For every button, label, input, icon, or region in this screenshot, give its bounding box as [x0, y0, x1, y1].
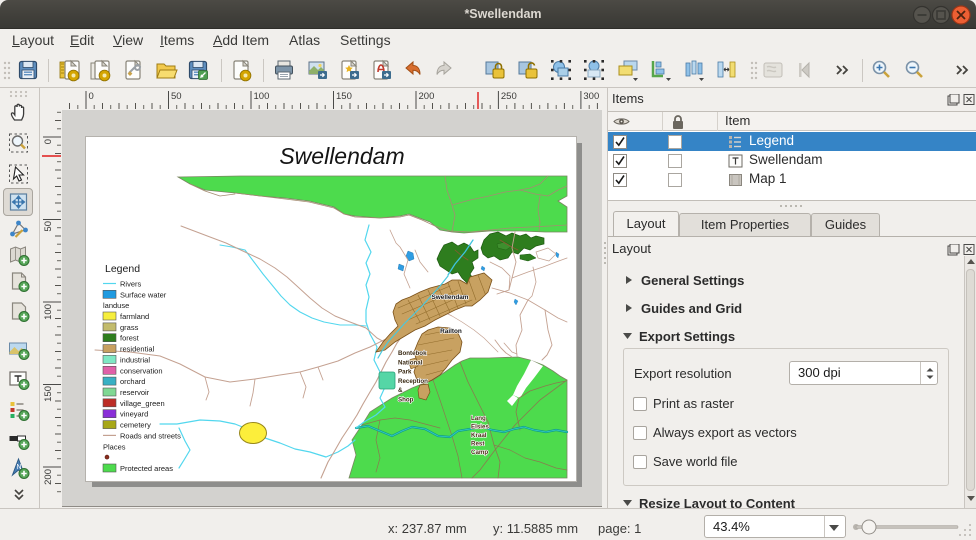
svg-text:landuse: landuse	[103, 301, 129, 310]
svg-text:&: &	[398, 387, 403, 394]
svg-text:Reception: Reception	[398, 378, 428, 385]
svg-text:100: 100	[43, 304, 54, 320]
svg-text:village_green: village_green	[120, 399, 165, 408]
svg-text:Camp: Camp	[471, 449, 488, 456]
svg-text:Protected areas: Protected areas	[120, 464, 173, 473]
svg-text:orchard: orchard	[120, 377, 145, 386]
svg-text:Rest: Rest	[471, 441, 484, 448]
svg-text:National: National	[398, 359, 423, 366]
svg-text:grass: grass	[120, 323, 139, 332]
svg-text:Places: Places	[103, 442, 126, 451]
svg-text:Swellendam: Swellendam	[279, 143, 404, 169]
svg-text:reservoir: reservoir	[120, 388, 150, 397]
svg-text:farmland: farmland	[120, 312, 149, 321]
svg-text:Railton: Railton	[440, 328, 462, 335]
svg-text:Swellendam: Swellendam	[432, 294, 469, 301]
svg-text:50: 50	[43, 221, 54, 232]
svg-text:250: 250	[501, 91, 517, 102]
svg-text:residential: residential	[120, 345, 155, 354]
svg-text:50: 50	[171, 91, 182, 102]
svg-text:150: 150	[336, 91, 352, 102]
svg-text:Lang: Lang	[471, 415, 486, 422]
svg-text:150: 150	[43, 386, 54, 402]
svg-text:Bontebok: Bontebok	[398, 350, 427, 357]
svg-text:Kraal: Kraal	[471, 432, 487, 439]
svg-text:300: 300	[583, 91, 599, 102]
svg-text:200: 200	[43, 469, 54, 485]
svg-text:conservation: conservation	[120, 366, 163, 375]
svg-text:Legend: Legend	[105, 263, 140, 275]
svg-text:Roads and streets: Roads and streets	[120, 431, 181, 440]
svg-text:Surface water: Surface water	[120, 290, 167, 299]
svg-text:industrial: industrial	[120, 355, 150, 364]
svg-text:0: 0	[43, 139, 54, 144]
svg-text:cemetery: cemetery	[120, 421, 151, 430]
svg-text:Shop: Shop	[398, 397, 414, 404]
svg-text:forest: forest	[120, 334, 140, 343]
svg-text:200: 200	[419, 91, 435, 102]
svg-text:Elsies: Elsies	[471, 424, 489, 431]
svg-text:Park: Park	[398, 369, 412, 376]
svg-text:0: 0	[89, 91, 94, 102]
svg-text:Rivers: Rivers	[120, 280, 142, 289]
svg-text:vineyard: vineyard	[120, 410, 148, 419]
svg-text:100: 100	[254, 91, 270, 102]
